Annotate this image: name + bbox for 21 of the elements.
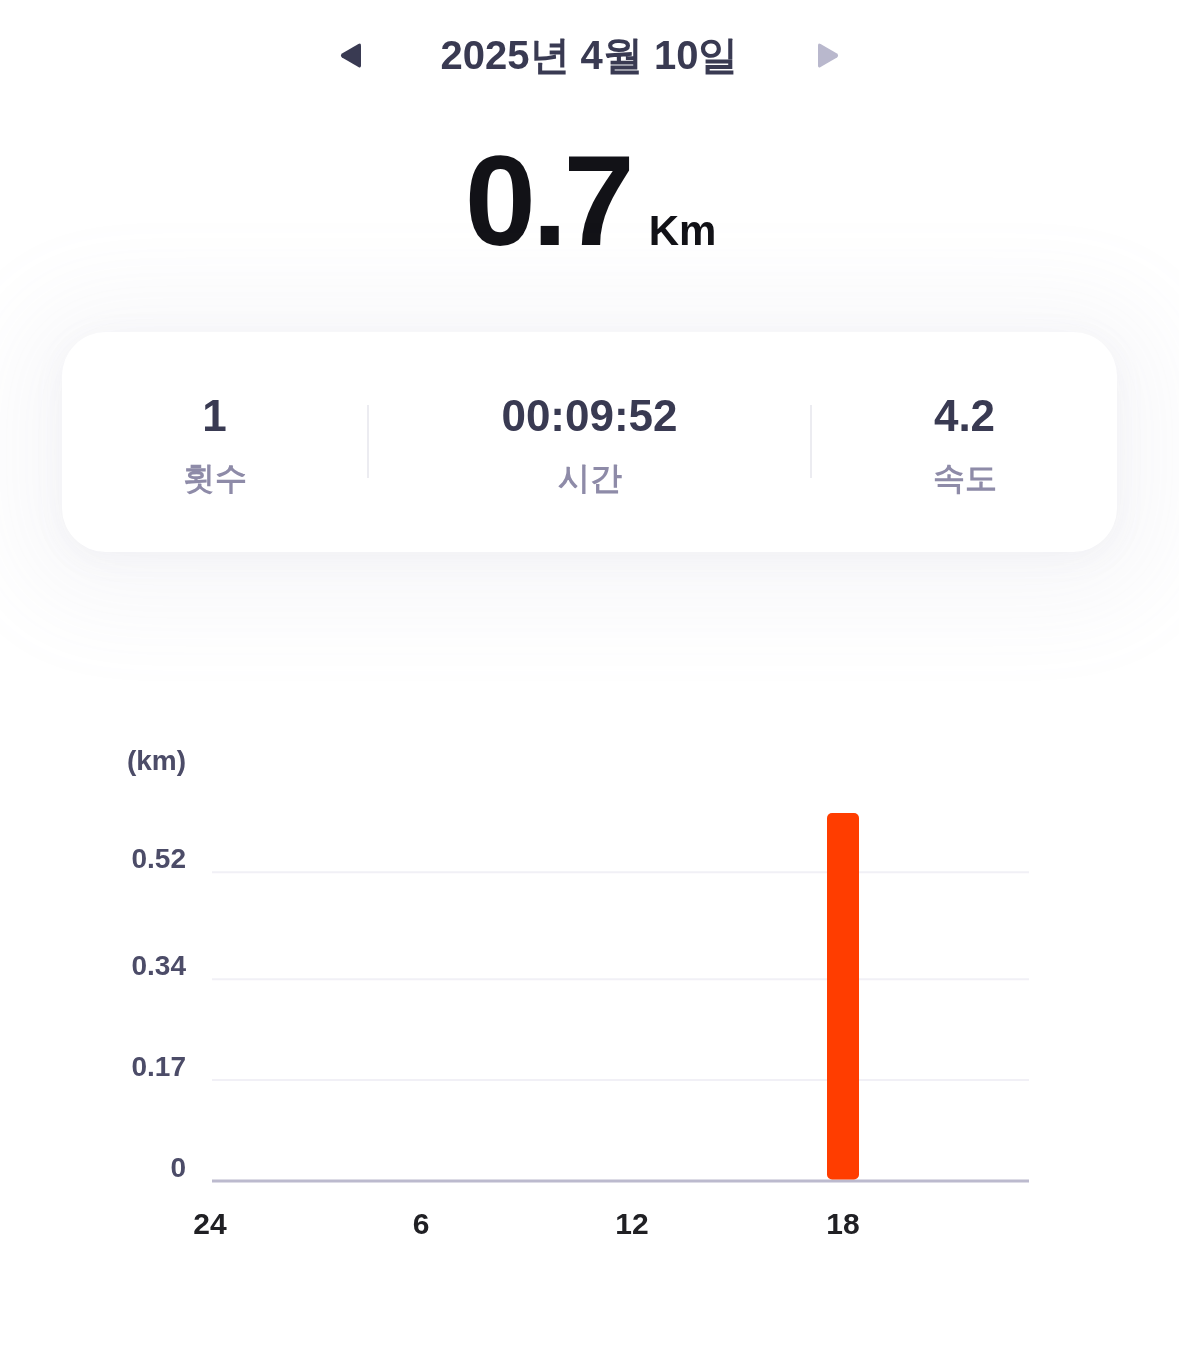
y-axis-label: 0.52 [131, 843, 186, 875]
x-axis-label: 18 [826, 1207, 860, 1240]
x-axis-label: 6 [412, 1207, 430, 1240]
caret-right-icon [816, 41, 841, 69]
previous-day-button[interactable] [338, 41, 363, 69]
y-axis-label: 0 [170, 1152, 186, 1183]
stat-label: 시간 [557, 459, 622, 498]
stat-value: 00:09:52 [501, 390, 678, 442]
distance-value: 0.7 [464, 137, 631, 265]
x-axis-label: 24 [193, 1207, 227, 1240]
date-title: 2025년 4월 10일 [440, 32, 739, 79]
y-axis-label: 0.17 [131, 1051, 186, 1083]
stat-label: 속도 [932, 459, 997, 498]
axis-unit-label: (km) [126, 745, 186, 776]
x-axis-label: 12 [615, 1207, 649, 1240]
y-axis-label: 0.34 [131, 950, 186, 982]
caret-left-icon [338, 41, 363, 69]
stat-value: 1 [202, 390, 227, 442]
stat-label: 횟수 [182, 459, 247, 498]
distance-unit: Km [648, 206, 717, 256]
stat-value: 4.2 [933, 390, 996, 442]
